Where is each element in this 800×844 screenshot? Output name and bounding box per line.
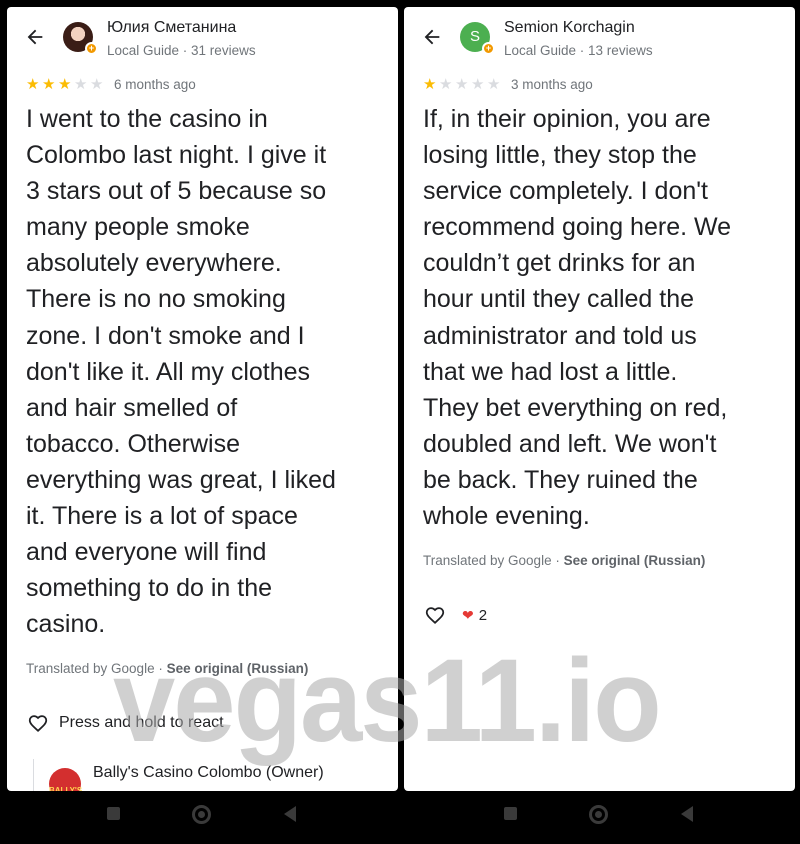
recents-icon[interactable] [504, 807, 517, 820]
star-icon: ★ [423, 76, 437, 93]
review-time: 3 months ago [511, 77, 593, 92]
translated-by-label: Translated by Google · [423, 553, 564, 568]
heart-outline-icon [28, 715, 48, 732]
react-button[interactable]: Press and hold to react [27, 712, 224, 734]
translation-note: Translated by Google · See original (Rus… [423, 553, 705, 568]
home-icon[interactable] [192, 805, 211, 824]
star-rating: ★ ★ ★ ★ ★ [423, 77, 503, 93]
translated-by-label: Translated by Google · [26, 661, 167, 676]
owner-logo: BALLY'S [49, 768, 82, 791]
react-label: Press and hold to react [59, 714, 224, 731]
system-nav-bar [0, 791, 800, 844]
reaction-count: 2 [478, 606, 488, 624]
star-icon: ★ [90, 76, 104, 93]
review-panel-right: S + Semion Korchagin Local Guide · 13 re… [404, 7, 795, 791]
translation-note: Translated by Google · See original (Rus… [26, 661, 308, 676]
star-icon: ★ [439, 76, 453, 93]
home-icon[interactable] [589, 805, 608, 824]
review-panel-left: + Юлия Сметанина Local Guide · 31 review… [7, 7, 398, 791]
back-arrow-icon[interactable] [24, 26, 46, 48]
reaction-count-chip[interactable]: ❤ 2 [462, 607, 487, 624]
star-icon: ★ [42, 76, 56, 93]
owner-name[interactable]: Bally's Casino Colombo (Owner) [93, 764, 324, 782]
recents-icon[interactable] [107, 807, 120, 820]
local-guide-badge-icon: + [85, 42, 98, 55]
star-rating: ★ ★ ★ ★ ★ [26, 77, 106, 93]
react-row: ❤ 2 [424, 604, 487, 626]
review-text: If, in their opinion, you are losing lit… [423, 105, 732, 531]
back-arrow-icon[interactable] [421, 26, 443, 48]
owner-response-rail [33, 759, 34, 791]
review-text: I went to the casino in Colombo last nig… [26, 105, 336, 639]
star-icon: ★ [487, 76, 501, 93]
review-time: 6 months ago [114, 77, 196, 92]
star-icon: ★ [471, 76, 485, 93]
reviewer-name[interactable]: Юлия Сметанина [107, 19, 236, 37]
reviewer-meta: Local Guide · 13 reviews [504, 43, 653, 58]
local-guide-badge-icon: + [482, 42, 495, 55]
star-icon: ★ [26, 76, 40, 93]
back-nav-icon[interactable] [284, 806, 296, 822]
star-icon: ★ [455, 76, 469, 93]
heart-filled-icon: ❤ [462, 606, 474, 623]
star-icon: ★ [58, 76, 72, 93]
heart-outline-icon[interactable] [424, 604, 446, 626]
see-original-link[interactable]: See original (Russian) [167, 661, 309, 676]
reviewer-name[interactable]: Semion Korchagin [504, 19, 635, 37]
back-nav-icon[interactable] [681, 806, 693, 822]
see-original-link[interactable]: See original (Russian) [564, 553, 706, 568]
star-icon: ★ [74, 76, 88, 93]
reviewer-meta: Local Guide · 31 reviews [107, 43, 256, 58]
